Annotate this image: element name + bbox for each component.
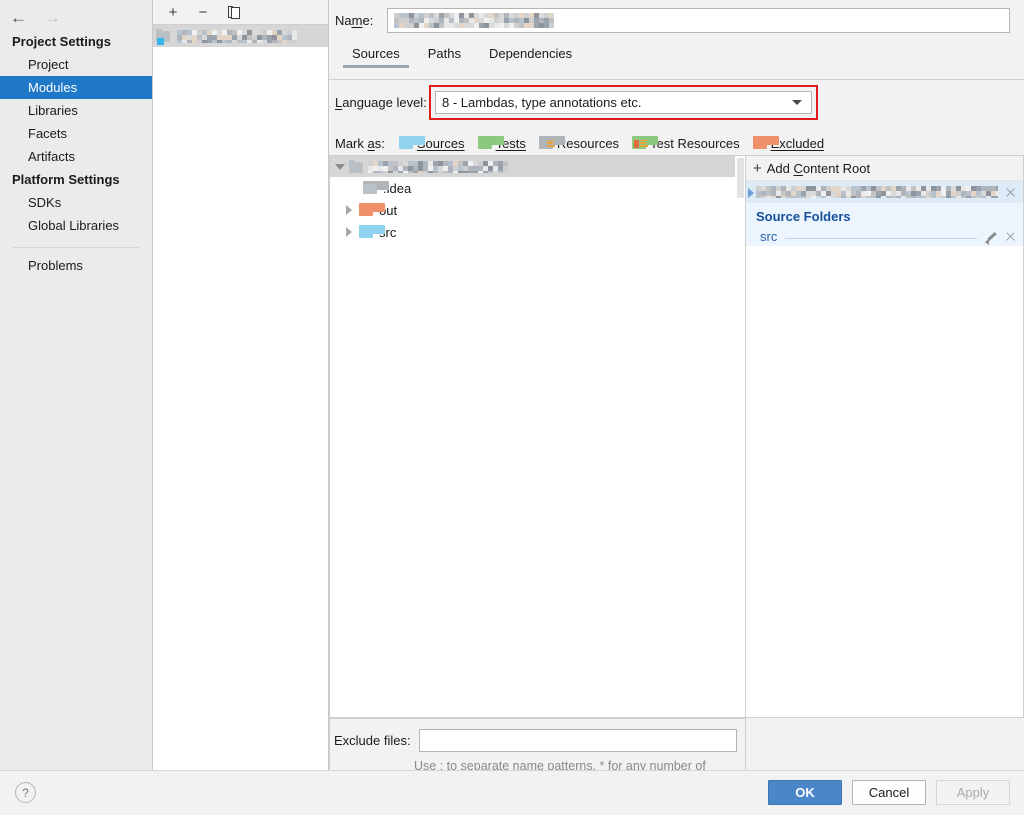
help-button[interactable]: ? — [15, 782, 36, 803]
arrow-left-icon[interactable]: ← — [10, 9, 28, 26]
sidebar-item-facets[interactable]: Facets — [0, 122, 152, 145]
module-list-panel: + − — [153, 0, 329, 770]
source-folder-row[interactable]: src — [746, 226, 1023, 246]
folder-resources-icon — [538, 135, 565, 150]
folder-test-resources-icon — [632, 135, 659, 150]
mark-as-resources[interactable]: Resources — [538, 135, 620, 151]
folder-tests-icon — [477, 135, 504, 150]
module-list-toolbar: + − — [153, 0, 328, 25]
module-name-redacted — [177, 29, 297, 43]
tree-row[interactable]: out — [330, 199, 745, 221]
sidebar-item-libraries[interactable]: Libraries — [0, 99, 152, 122]
sidebar-item-artifacts[interactable]: Artifacts — [0, 145, 152, 168]
mark-as-excluded[interactable]: Excluded — [752, 135, 825, 151]
exclude-files-input[interactable] — [418, 729, 737, 752]
add-content-root-label: Add Content Root — [766, 160, 871, 176]
close-icon[interactable] — [1004, 186, 1017, 199]
navigation-arrows: ← → — [0, 0, 152, 30]
sidebar-item-global-libraries[interactable]: Global Libraries — [0, 214, 152, 237]
module-list-item[interactable] — [153, 25, 328, 47]
chevron-right-icon[interactable] — [746, 182, 756, 204]
module-name-row: Name: — [329, 0, 1024, 40]
tab-paths[interactable]: Paths — [415, 44, 474, 68]
project-structure-dialog: ← → Project Settings Project Modules Lib… — [0, 0, 1024, 815]
language-level-value: 8 - Lambdas, type annotations etc. — [442, 95, 642, 110]
add-module-button[interactable]: + — [164, 3, 182, 21]
mark-as-resources-label: Resources — [556, 135, 620, 151]
folder-excluded-icon — [752, 135, 779, 150]
tree-row[interactable]: .idea — [330, 177, 745, 199]
dialog-footer: ? OK Cancel Apply — [0, 770, 1024, 815]
tree-root-label-redacted — [368, 160, 508, 173]
content-root-path-redacted — [756, 186, 998, 198]
arrow-right-icon[interactable]: → — [44, 9, 62, 26]
sidebar-item-problems[interactable]: Problems — [0, 254, 152, 277]
sources-work-area: .idea out src + Add Content Root Source … — [329, 155, 1024, 718]
cancel-button[interactable]: Cancel — [852, 780, 926, 805]
mark-as-row: Mark as: Sources Tests Resources Test Re… — [329, 131, 1024, 155]
folder-excluded-icon — [359, 202, 385, 217]
copy-module-button[interactable] — [224, 3, 242, 21]
module-folder-icon — [156, 29, 172, 45]
sidebar-item-project[interactable]: Project — [0, 53, 152, 76]
tabs-divider — [329, 79, 1024, 80]
content-tree[interactable]: .idea out src — [329, 155, 745, 718]
mark-as-label: Mark as: — [335, 135, 385, 151]
language-level-row: Language level: 8 - Lambdas, type annota… — [329, 82, 1024, 122]
name-label: Name: — [335, 12, 374, 28]
name-value-redacted — [394, 12, 554, 28]
plus-icon: + — [753, 159, 762, 177]
ok-button[interactable]: OK — [768, 780, 842, 805]
source-folder-label: src — [760, 228, 778, 244]
source-folder-spacer — [785, 229, 977, 239]
sidebar-group-platform-settings: Platform Settings — [12, 172, 120, 187]
tree-row-root[interactable] — [330, 156, 745, 177]
pencil-icon[interactable] — [985, 230, 998, 245]
content-root-path-row[interactable] — [746, 181, 1023, 203]
language-level-label: Language level: — [335, 94, 427, 110]
content-roots-panel: + Add Content Root Source Folders src — [745, 155, 1024, 718]
module-tabs: Sources Paths Dependencies — [329, 40, 1024, 68]
mark-as-excluded-label: Excluded — [770, 135, 825, 151]
copy-icon — [227, 6, 240, 19]
close-icon[interactable] — [1004, 230, 1017, 243]
exclude-files-label: Exclude files: — [334, 733, 411, 748]
settings-sidebar: ← → Project Settings Project Modules Lib… — [0, 0, 153, 770]
chevron-down-icon — [792, 100, 802, 105]
folder-icon — [363, 180, 389, 195]
chevron-right-icon[interactable] — [346, 227, 352, 237]
tab-dependencies[interactable]: Dependencies — [476, 44, 585, 68]
tree-scrollbar[interactable] — [735, 156, 745, 717]
content-root-entry: Source Folders src — [746, 181, 1023, 246]
mark-as-tests[interactable]: Tests — [477, 135, 526, 151]
tree-row[interactable]: src — [330, 221, 745, 243]
sidebar-group-project-settings: Project Settings — [12, 34, 111, 49]
folder-sources-icon — [359, 224, 385, 239]
mark-as-test-resources-label: Test Resources — [650, 135, 740, 151]
tab-sources[interactable]: Sources — [339, 44, 413, 68]
sidebar-item-sdks[interactable]: SDKs — [0, 191, 152, 214]
sidebar-item-modules[interactable]: Modules — [0, 76, 152, 99]
apply-button[interactable]: Apply — [936, 780, 1010, 805]
language-level-select[interactable]: 8 - Lambdas, type annotations etc. — [435, 91, 812, 114]
name-input[interactable] — [387, 7, 1010, 33]
chevron-down-icon[interactable] — [335, 163, 345, 170]
add-content-root-button[interactable]: + Add Content Root — [746, 156, 1023, 181]
source-folders-title: Source Folders — [756, 209, 851, 224]
chevron-right-icon[interactable] — [346, 205, 352, 215]
remove-module-button[interactable]: − — [194, 3, 212, 21]
mark-as-sources[interactable]: Sources — [398, 135, 465, 151]
mark-as-test-resources[interactable]: Test Resources — [632, 135, 740, 151]
module-folder-icon — [349, 159, 364, 174]
folder-sources-icon — [398, 135, 425, 150]
dialog-buttons: OK Cancel Apply — [768, 780, 1010, 805]
sidebar-divider — [12, 247, 140, 248]
